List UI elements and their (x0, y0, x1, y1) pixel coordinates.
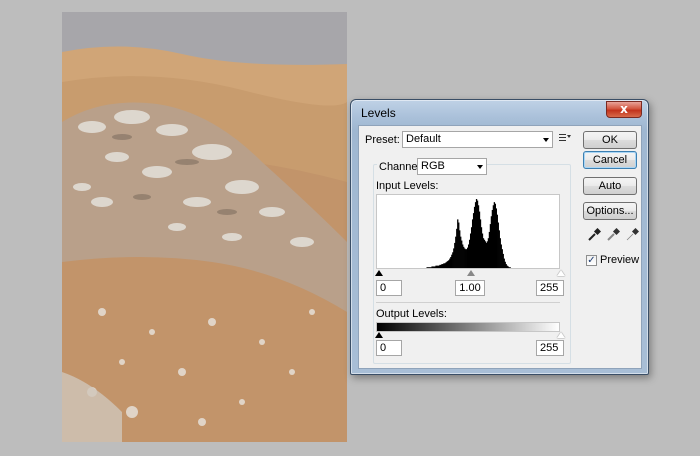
input-black-slider[interactable] (375, 270, 383, 276)
dialog-title: Levels (361, 106, 396, 120)
document-image (62, 12, 347, 442)
preset-value: Default (406, 133, 441, 145)
output-black-slider[interactable] (375, 332, 383, 338)
dialog-content: Preset: Default Channel: RGB Input Level… (358, 125, 642, 369)
cancel-button[interactable]: Cancel (583, 151, 637, 169)
input-gamma-slider[interactable] (467, 270, 475, 276)
ok-button[interactable]: OK (583, 131, 637, 149)
preview-label: Preview (600, 254, 640, 266)
input-white-field[interactable]: 255 (536, 280, 564, 296)
gray-eyedropper-icon[interactable] (606, 228, 620, 242)
preview-checkbox[interactable]: ✓ (586, 255, 597, 266)
input-levels-label: Input Levels: (376, 180, 439, 192)
output-white-slider[interactable] (557, 332, 565, 338)
white-eyedropper-icon[interactable] (625, 228, 639, 242)
output-white-field[interactable]: 255 (536, 340, 564, 356)
chevron-down-icon (543, 138, 549, 142)
preset-label: Preset: (365, 134, 400, 146)
auto-button[interactable]: Auto (583, 177, 637, 195)
divider (376, 302, 560, 303)
black-eyedropper-icon[interactable] (587, 228, 601, 242)
preset-menu-icon[interactable] (559, 133, 571, 143)
chevron-down-icon (477, 165, 483, 169)
input-gamma-field[interactable]: 1.00 (455, 280, 485, 296)
histogram (376, 194, 560, 269)
levels-dialog: Levels x Preset: Default Channel: RGB In… (350, 99, 649, 375)
output-gradient-bar (376, 322, 560, 332)
close-button[interactable]: x (606, 101, 642, 118)
title-bar[interactable]: Levels x (351, 100, 648, 126)
output-black-field[interactable]: 0 (376, 340, 402, 356)
preset-select[interactable]: Default (402, 131, 553, 148)
histogram-bar (509, 267, 511, 268)
input-black-field[interactable]: 0 (376, 280, 402, 296)
input-white-slider[interactable] (557, 270, 565, 276)
output-levels-label: Output Levels: (376, 308, 447, 320)
channel-select[interactable]: RGB (417, 158, 487, 175)
channel-value: RGB (421, 160, 445, 172)
options-button[interactable]: Options... (583, 202, 637, 220)
